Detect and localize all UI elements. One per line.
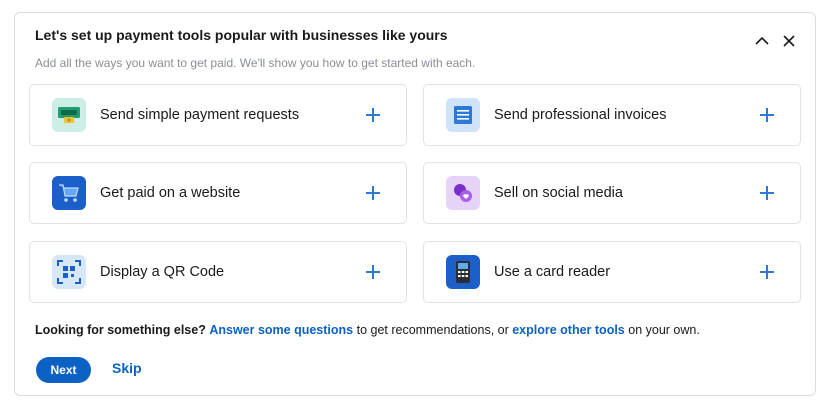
skip-button[interactable]: Skip <box>112 360 142 376</box>
chevron-up-icon <box>755 36 769 45</box>
tool-card-social-media[interactable]: Sell on social media <box>423 162 801 224</box>
tool-card-payment-requests[interactable]: Send simple payment requests <box>29 84 407 146</box>
footer-prefix: Looking for something else? <box>35 323 206 337</box>
plus-icon[interactable] <box>760 265 774 279</box>
plus-icon[interactable] <box>366 108 380 122</box>
tool-label: Send professional invoices <box>494 107 667 123</box>
footer-middle: to get recommendations, or <box>353 323 513 337</box>
tool-label: Sell on social media <box>494 185 623 201</box>
plus-icon[interactable] <box>760 186 774 200</box>
tool-card-card-reader[interactable]: Use a card reader <box>423 241 801 303</box>
payment-request-icon <box>52 98 86 132</box>
footer-message: Looking for something else? Answer some … <box>35 323 700 337</box>
qr-code-icon <box>52 255 86 289</box>
social-media-icon <box>446 176 480 210</box>
plus-icon[interactable] <box>366 265 380 279</box>
explore-tools-link[interactable]: explore other tools <box>512 323 625 337</box>
tool-card-qr-code[interactable]: Display a QR Code <box>29 241 407 303</box>
shopping-cart-icon <box>52 176 86 210</box>
close-button[interactable] <box>779 31 799 51</box>
tool-label: Get paid on a website <box>100 185 241 201</box>
collapse-button[interactable] <box>752 31 772 51</box>
invoice-icon <box>446 98 480 132</box>
plus-icon[interactable] <box>366 186 380 200</box>
plus-icon[interactable] <box>760 108 774 122</box>
tool-card-invoices[interactable]: Send professional invoices <box>423 84 801 146</box>
card-reader-icon <box>446 255 480 289</box>
payment-tools-panel: Let's set up payment tools popular with … <box>14 12 816 396</box>
next-button[interactable]: Next <box>36 357 91 383</box>
footer-suffix: on your own. <box>624 323 700 337</box>
tool-label: Send simple payment requests <box>100 107 300 123</box>
tool-card-website[interactable]: Get paid on a website <box>29 162 407 224</box>
panel-subtitle: Add all the ways you want to get paid. W… <box>35 56 476 70</box>
tool-label: Display a QR Code <box>100 264 225 280</box>
close-icon <box>783 35 795 47</box>
answer-questions-link[interactable]: Answer some questions <box>209 323 353 337</box>
panel-title: Let's set up payment tools popular with … <box>35 27 448 43</box>
tool-label: Use a card reader <box>494 264 611 280</box>
